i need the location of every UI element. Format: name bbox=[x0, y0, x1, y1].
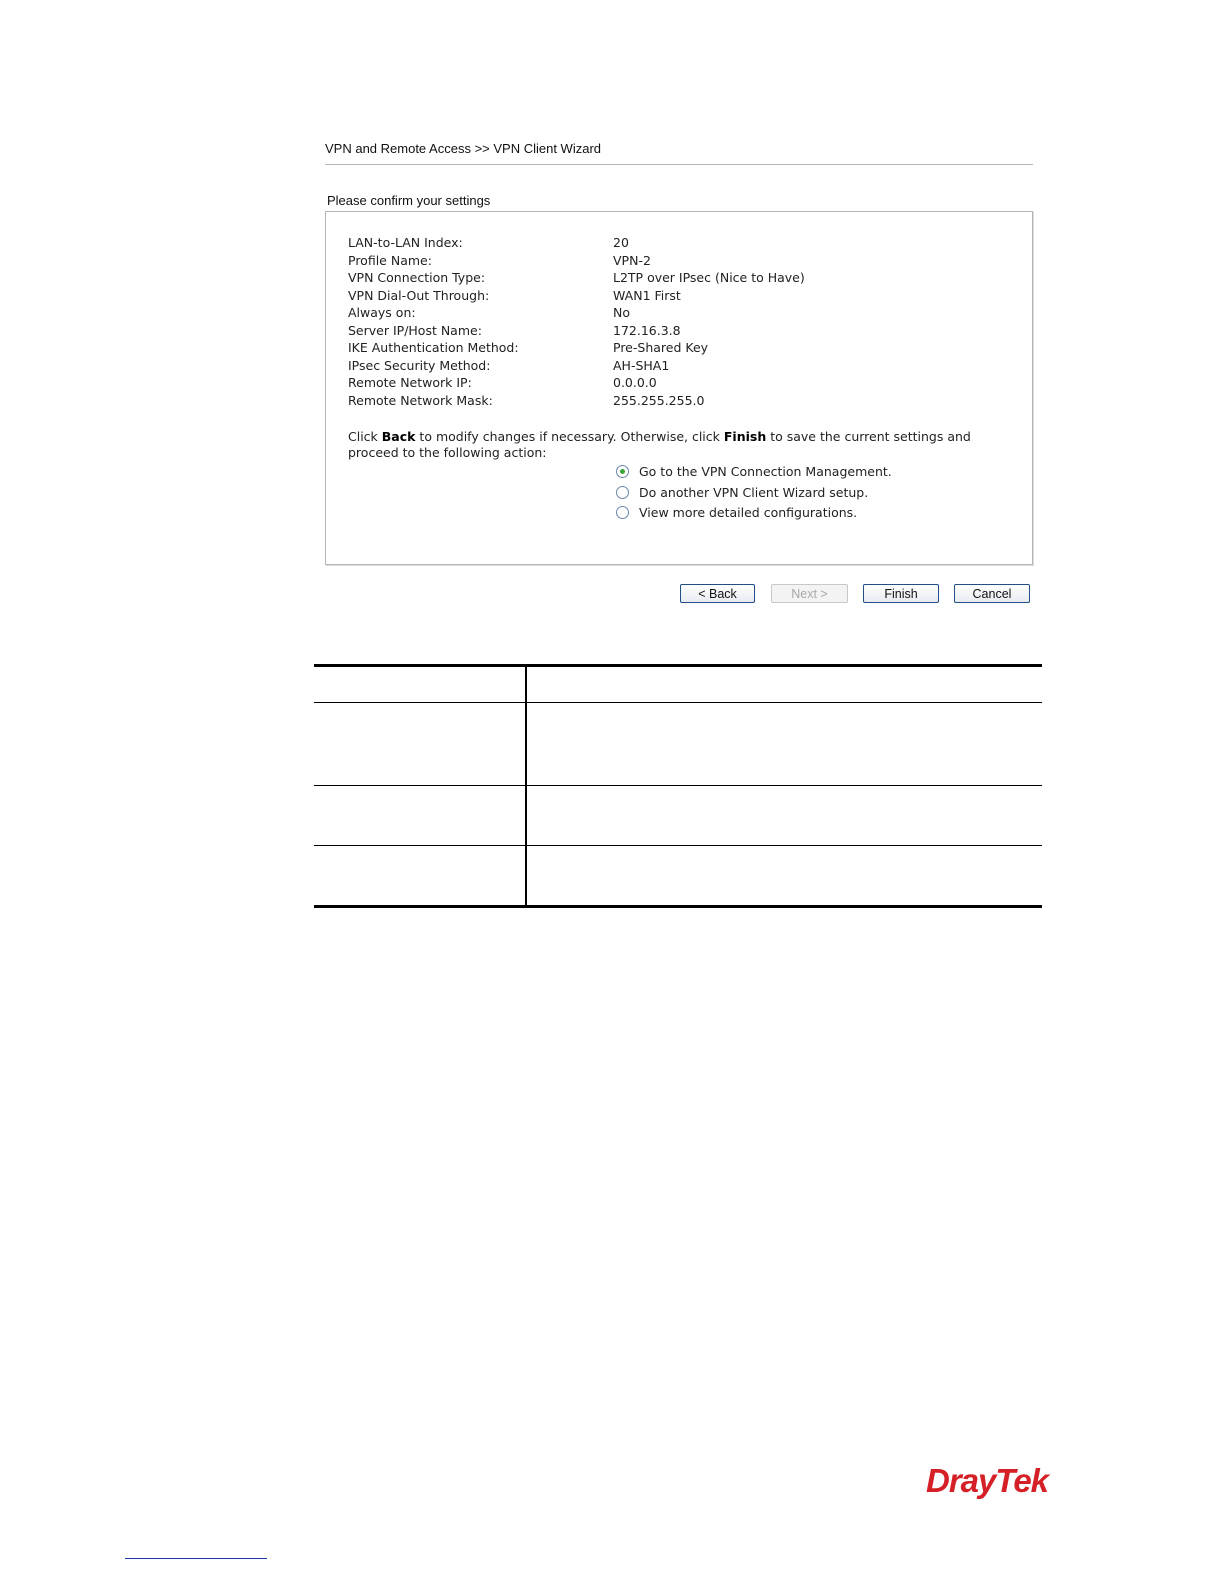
table-row-divider bbox=[314, 785, 1042, 786]
instruction-note: Click Back to modify changes if necessar… bbox=[348, 429, 1008, 461]
note-finish-keyword: Finish bbox=[723, 429, 767, 444]
setting-label: VPN Dial-Out Through: bbox=[348, 287, 490, 303]
radio-unselected-icon[interactable] bbox=[616, 506, 629, 519]
radio-selected-icon[interactable] bbox=[616, 465, 629, 478]
setting-label: Server IP/Host Name: bbox=[348, 322, 482, 338]
radio-unselected-icon[interactable] bbox=[616, 485, 629, 499]
table-row-divider bbox=[314, 845, 1042, 846]
setting-label: Remote Network IP: bbox=[348, 375, 472, 390]
setting-value: 0.0.0.0 bbox=[613, 375, 657, 390]
option-label[interactable]: View more detailed configurations. bbox=[639, 505, 857, 520]
setting-label: LAN-to-LAN Index: bbox=[348, 235, 463, 250]
option-label[interactable]: Go to the VPN Connection Management. bbox=[639, 464, 892, 479]
setting-value: VPN-2 bbox=[613, 252, 651, 268]
back-button[interactable]: < Back bbox=[680, 584, 755, 603]
table-row-divider bbox=[314, 702, 1042, 703]
setting-value: Pre-Shared Key bbox=[613, 340, 709, 355]
breadcrumb: VPN and Remote Access >> VPN Client Wiza… bbox=[325, 141, 1033, 165]
footer-link-underline bbox=[125, 1558, 267, 1559]
note-text: Click bbox=[348, 429, 382, 444]
setting-value: 172.16.3.8 bbox=[613, 322, 681, 338]
setting-label: IKE Authentication Method: bbox=[348, 340, 519, 355]
setting-label: VPN Connection Type: bbox=[348, 270, 486, 285]
setting-value: 255.255.255.0 bbox=[613, 392, 705, 408]
table-column-divider bbox=[525, 664, 527, 907]
section-title: Please confirm your settings bbox=[327, 193, 491, 208]
setting-label: IPsec Security Method: bbox=[348, 357, 491, 373]
next-button: Next > bbox=[771, 584, 848, 603]
note-text: to modify changes if necessary. Otherwis… bbox=[415, 429, 724, 444]
table-bottom-border bbox=[314, 905, 1042, 908]
setting-label: Remote Network Mask: bbox=[348, 392, 493, 408]
option-label[interactable]: Do another VPN Client Wizard setup. bbox=[639, 485, 868, 500]
draytek-logo: DrayTek bbox=[926, 1462, 1049, 1499]
cancel-button[interactable]: Cancel bbox=[954, 584, 1030, 603]
setting-label: Always on: bbox=[348, 305, 416, 320]
finish-button[interactable]: Finish bbox=[863, 584, 939, 603]
note-back-keyword: Back bbox=[381, 429, 416, 444]
setting-value: No bbox=[613, 305, 630, 320]
setting-label: Profile Name: bbox=[348, 252, 432, 268]
setting-value: 20 bbox=[613, 235, 629, 250]
setting-value: L2TP over IPsec (Nice to Have) bbox=[613, 270, 805, 285]
table-top-border bbox=[314, 664, 1042, 667]
setting-value: AH-SHA1 bbox=[613, 357, 670, 373]
setting-value: WAN1 First bbox=[613, 287, 681, 303]
